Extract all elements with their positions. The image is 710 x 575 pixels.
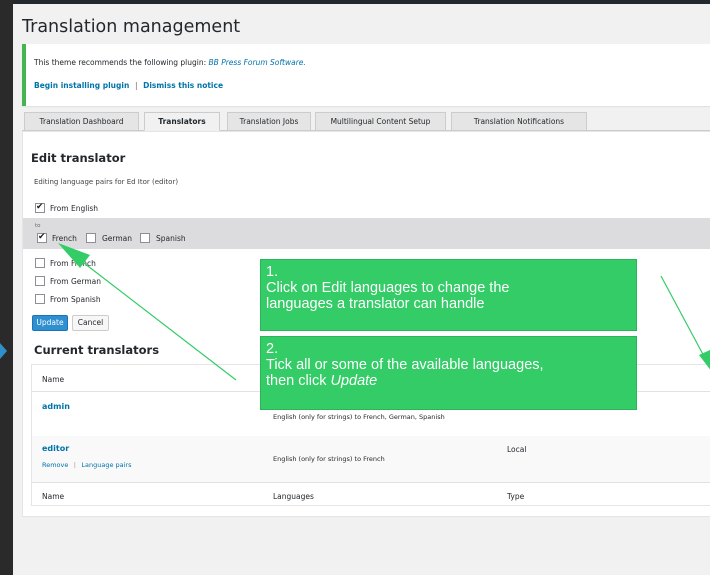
cancel-button[interactable]: Cancel	[72, 315, 109, 331]
callout-1-line-2: languages a translator can handle	[266, 296, 485, 312]
tab-translation-jobs[interactable]: Translation Jobs	[227, 112, 311, 131]
notice-message-text: This theme recommends the following plug…	[34, 58, 207, 67]
target-french-label: French	[52, 234, 77, 243]
notice-message: This theme recommends the following plug…	[34, 58, 306, 67]
translator-languages: English (only for strings) to French	[273, 455, 385, 463]
language-pairs-link[interactable]: Language pairs	[81, 461, 131, 469]
from-spanish-label: From Spanish	[50, 295, 101, 304]
from-german-label: From German	[50, 277, 101, 286]
translator-name-link[interactable]: admin	[42, 402, 70, 411]
callout-2-update-word: Update	[330, 373, 378, 389]
tab-translators[interactable]: Translators	[144, 112, 220, 131]
column-footer-languages: Languages	[273, 492, 314, 501]
callout-2-line-1: Tick all or some of the available langua…	[266, 357, 544, 373]
callout-2-line-2: then click Update	[266, 373, 631, 389]
target-french-checkbox[interactable]	[37, 232, 47, 243]
from-english-checkbox[interactable]	[35, 202, 45, 213]
column-footer-type: Type	[507, 492, 525, 501]
install-plugin-link[interactable]: Begin installing plugin	[34, 81, 129, 90]
target-spanish-label: Spanish	[156, 234, 186, 243]
from-french-checkbox[interactable]	[35, 258, 45, 268]
table-row: editor Remove | Language pairs English (…	[32, 436, 710, 482]
notice-actions: Begin installing plugin | Dismiss this n…	[34, 81, 223, 90]
tab-multilingual-content-setup[interactable]: Multilingual Content Setup	[315, 112, 446, 131]
current-translators-heading: Current translators	[34, 343, 160, 357]
translator-languages: English (only for strings) to French, Ge…	[273, 413, 445, 421]
table-footer-row: Name Languages Type	[32, 482, 710, 507]
remove-translator-link[interactable]: Remove	[42, 461, 68, 469]
from-german-checkbox[interactable]	[35, 276, 45, 286]
update-button[interactable]: Update	[32, 315, 68, 331]
translator-name-link[interactable]: editor	[42, 444, 69, 453]
sidebar-collapse-arrow-icon[interactable]	[0, 343, 7, 359]
instruction-callout-2: 2. Tick all or some of the available lan…	[260, 336, 637, 410]
column-header-name: Name	[42, 375, 65, 384]
target-spanish-checkbox[interactable]	[140, 233, 150, 243]
from-french-label: From French	[50, 259, 96, 268]
tab-translation-notifications[interactable]: Translation Notifications	[451, 112, 587, 131]
callout-2-step: 2.	[266, 341, 279, 357]
page-title: Translation management	[22, 17, 241, 37]
from-english-label: From English	[50, 204, 99, 213]
notice-plugin-link[interactable]: BB Press Forum Software.	[209, 58, 306, 67]
edit-translator-subtitle: Editing language pairs for Ed Itor (edit…	[34, 178, 179, 186]
tab-bar: Translation Dashboard Translators Transl…	[22, 112, 710, 131]
dismiss-notice-link[interactable]: Dismiss this notice	[143, 81, 223, 90]
from-spanish-checkbox[interactable]	[35, 294, 45, 304]
plugin-notice: This theme recommends the following plug…	[22, 44, 710, 106]
row-actions: Remove | Language pairs	[42, 460, 132, 469]
instruction-callout-1: 1. Click on Edit languages to change the…	[260, 259, 637, 331]
translator-type: Local	[507, 445, 527, 454]
notice-separator: |	[134, 81, 138, 90]
column-footer-name: Name	[42, 492, 65, 501]
tab-translation-dashboard[interactable]: Translation Dashboard	[24, 112, 139, 131]
row-action-separator: |	[73, 461, 76, 469]
callout-1-step: 1.	[266, 264, 279, 280]
callout-1-line-1: Click on Edit languages to change the	[266, 280, 510, 296]
admin-sidebar-edge	[0, 0, 13, 575]
target-german-checkbox[interactable]	[86, 233, 96, 243]
edit-translator-heading: Edit translator	[31, 151, 126, 165]
callout-2-line-2-text: then click	[266, 373, 331, 389]
target-german-label: German	[102, 234, 133, 243]
to-label: to	[35, 223, 41, 229]
